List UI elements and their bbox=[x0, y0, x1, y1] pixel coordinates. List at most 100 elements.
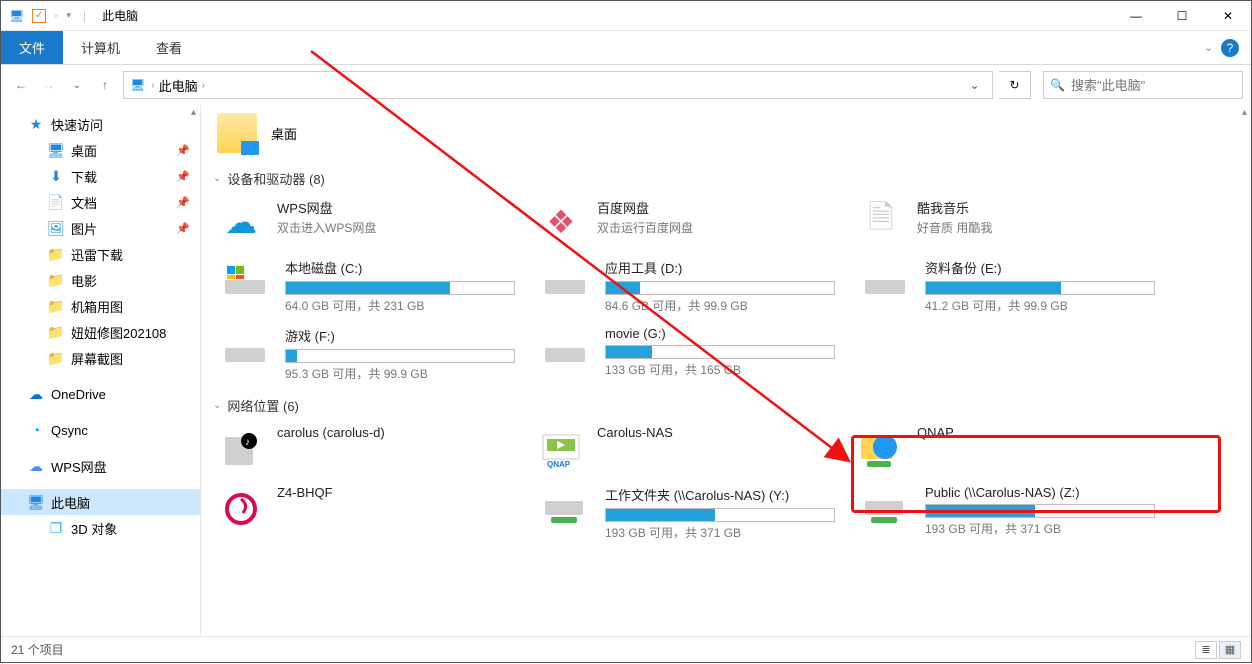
drive-icon bbox=[217, 326, 273, 374]
sidebar-item-3d[interactable]: ❐3D 对象 bbox=[1, 515, 200, 541]
sidebar-item-pictures[interactable]: 🖼图片📌 bbox=[1, 215, 200, 241]
refresh-button[interactable]: ↻ bbox=[999, 71, 1031, 99]
sidebar-item-thispc[interactable]: 🖥此电脑 bbox=[1, 489, 200, 515]
close-button[interactable]: ✕ bbox=[1205, 1, 1251, 31]
drive-c[interactable]: 本地磁盘 (C:) 64.0 GB 可用，共 231 GB bbox=[209, 252, 529, 320]
icons-view-button[interactable]: ▦ bbox=[1219, 641, 1241, 659]
pin-icon: 📌 bbox=[176, 170, 190, 183]
item-name: 百度网盘 bbox=[597, 198, 841, 217]
breadcrumb[interactable]: 此电脑 bbox=[159, 76, 198, 95]
item-kuwo[interactable]: 🗎 酷我音乐好音质 用酷我 bbox=[849, 192, 1169, 252]
sidebar-item-label: Qsync bbox=[51, 423, 88, 438]
drive-f[interactable]: 游戏 (F:)95.3 GB 可用，共 99.9 GB bbox=[209, 320, 529, 388]
sidebar-item-movies[interactable]: 📁电影 bbox=[1, 267, 200, 293]
maximize-button[interactable]: ☐ bbox=[1159, 1, 1205, 31]
checkbox-icon[interactable]: ✓ bbox=[32, 9, 46, 23]
sidebar-item-qsync[interactable]: ◔Qsync bbox=[1, 417, 200, 443]
wps-icon: ☁ bbox=[27, 457, 45, 475]
nav-buttons: ← → ⌄ ↑ bbox=[9, 73, 117, 97]
network-drives-row: Z4-BHQF 工作文件夹 (\\Carolus-NAS) (Y:)193 GB… bbox=[201, 479, 1251, 547]
sidebar-item-downloads[interactable]: ⬇下载📌 bbox=[1, 163, 200, 189]
drive-e[interactable]: 资料备份 (E:)41.2 GB 可用，共 99.9 GB bbox=[849, 252, 1169, 320]
sidebar-item-label: 3D 对象 bbox=[71, 519, 117, 538]
chevron-right-icon[interactable]: › bbox=[202, 80, 205, 91]
net-item-carolus[interactable]: ♪ carolus (carolus-d) bbox=[209, 419, 529, 479]
sidebar: ▴ ★ 快速访问 🖥桌面📌 ⬇下载📌 📄文档📌 🖼图片📌 📁迅雷下载 📁电影 📁… bbox=[1, 105, 201, 636]
tab-computer[interactable]: 计算机 bbox=[63, 31, 138, 64]
up-button[interactable]: ↑ bbox=[93, 73, 117, 97]
drive-icon bbox=[217, 258, 273, 306]
document-icon: 📄 bbox=[47, 193, 65, 211]
drive-free: 84.6 GB 可用，共 99.9 GB bbox=[605, 297, 841, 314]
sidebar-item-label: 迅雷下载 bbox=[71, 245, 123, 264]
network-drive-icon bbox=[537, 485, 593, 533]
forward-button[interactable]: → bbox=[37, 73, 61, 97]
item-name: WPS网盘 bbox=[277, 198, 521, 217]
help-icon[interactable]: ? bbox=[1221, 39, 1239, 57]
sidebar-item-label: 文档 bbox=[71, 193, 97, 212]
item-baidu[interactable]: ❖ 百度网盘双击运行百度网盘 bbox=[529, 192, 849, 252]
minimize-button[interactable]: — bbox=[1113, 1, 1159, 31]
section-devices[interactable]: ⌄ 设备和驱动器 (8) bbox=[201, 161, 1251, 192]
sidebar-item-case[interactable]: 📁机箱用图 bbox=[1, 293, 200, 319]
folder-item-desktop[interactable]: 桌面 bbox=[201, 105, 1251, 161]
folder-icon: 📁 bbox=[47, 245, 65, 263]
search-input[interactable] bbox=[1071, 78, 1236, 93]
netdrive-z[interactable]: Public (\\Carolus-NAS) (Z:)193 GB 可用，共 3… bbox=[849, 479, 1169, 547]
qat-icon[interactable]: ▫ bbox=[54, 9, 58, 23]
section-network[interactable]: ⌄ 网络位置 (6) bbox=[201, 388, 1251, 419]
window-controls: — ☐ ✕ bbox=[1113, 1, 1251, 31]
qat-dropdown-icon[interactable]: ▾ bbox=[67, 10, 72, 21]
svg-text:QNAP: QNAP bbox=[547, 460, 571, 469]
history-dropdown[interactable]: ⌄ bbox=[65, 73, 89, 97]
sidebar-item-documents[interactable]: 📄文档📌 bbox=[1, 189, 200, 215]
folder-icon: 📁 bbox=[47, 271, 65, 289]
drive-name: 本地磁盘 (C:) bbox=[285, 258, 521, 277]
item-name: 酷我音乐 bbox=[917, 198, 1161, 217]
ribbon-expand-icon[interactable]: ⌄ bbox=[1204, 41, 1213, 54]
content-pane[interactable]: ▴ 桌面 ⌄ 设备和驱动器 (8) ☁ WPS网盘双击进入WPS网盘 ❖ 百度网… bbox=[201, 105, 1251, 636]
folder-icon: 📁 bbox=[47, 297, 65, 315]
main: ▴ ★ 快速访问 🖥桌面📌 ⬇下载📌 📄 文档 📌 🖼图片📌 📁 迅雷下载 📁电影 📁… bbox=[1, 105, 1251, 636]
sidebar-item-label: OneDrive bbox=[51, 387, 106, 402]
drive-d[interactable]: 应用工具 (D:)84.6 GB 可用，共 99.9 GB bbox=[529, 252, 849, 320]
sidebar-item-onedrive[interactable]: ☁OneDrive bbox=[1, 381, 200, 407]
drive-icon bbox=[537, 258, 593, 306]
drive-g[interactable]: movie (G:)133 GB 可用，共 165 GB bbox=[529, 320, 849, 388]
desktop-icon: 🖥 bbox=[47, 141, 65, 159]
sidebar-quick-access[interactable]: ★ 快速访问 bbox=[1, 111, 200, 137]
drive-free: 64.0 GB 可用，共 231 GB bbox=[285, 297, 521, 314]
address-dropdown[interactable]: ⌄ bbox=[962, 72, 986, 98]
scroll-up-icon[interactable]: ▴ bbox=[1242, 107, 1247, 118]
drive-free: 41.2 GB 可用，共 99.9 GB bbox=[925, 297, 1161, 314]
chevron-down-icon: ⌄ bbox=[213, 400, 221, 411]
netdrive-y[interactable]: 工作文件夹 (\\Carolus-NAS) (Y:)193 GB 可用，共 37… bbox=[529, 479, 849, 547]
back-button[interactable]: ← bbox=[9, 73, 33, 97]
sidebar-item-xunlei[interactable]: 📁 迅雷下载 bbox=[1, 241, 200, 267]
tab-view[interactable]: 查看 bbox=[138, 31, 200, 64]
item-wps[interactable]: ☁ WPS网盘双击进入WPS网盘 bbox=[209, 192, 529, 252]
net-item-z4[interactable]: Z4-BHQF bbox=[209, 479, 529, 547]
qnap-icon: QNAP bbox=[537, 425, 585, 473]
star-icon: ★ bbox=[27, 115, 45, 133]
sidebar-label: 快速访问 bbox=[51, 115, 103, 134]
baidu-icon: ❖ bbox=[537, 198, 585, 246]
details-view-button[interactable]: ≣ bbox=[1195, 641, 1217, 659]
file-icon: 🗎 bbox=[857, 198, 905, 246]
sidebar-item-niuniu[interactable]: 📁妞妞修图202108 bbox=[1, 319, 200, 345]
window-title: 此电脑 bbox=[98, 7, 138, 24]
net-item-carolus-nas[interactable]: QNAP Carolus-NAS bbox=[529, 419, 849, 479]
sidebar-item-desktop[interactable]: 🖥桌面📌 bbox=[1, 137, 200, 163]
svg-text:♪: ♪ bbox=[245, 437, 250, 448]
chevron-right-icon: › bbox=[151, 80, 154, 91]
sidebar-item-wps[interactable]: ☁WPS网盘 bbox=[1, 453, 200, 479]
wps-icon: ☁ bbox=[217, 198, 265, 246]
usage-bar bbox=[285, 349, 515, 363]
pc-icon: 🖥 bbox=[130, 78, 145, 92]
net-item-qnap[interactable]: QNAP bbox=[849, 419, 1169, 479]
item-sub: 双击进入WPS网盘 bbox=[277, 219, 521, 236]
tab-file[interactable]: 文件 bbox=[1, 31, 63, 64]
address-box[interactable]: 🖥 › 此电脑 › ⌄ bbox=[123, 71, 993, 99]
search-box[interactable]: 🔍 bbox=[1043, 71, 1243, 99]
sidebar-item-screenshots[interactable]: 📁屏幕截图 bbox=[1, 345, 200, 371]
